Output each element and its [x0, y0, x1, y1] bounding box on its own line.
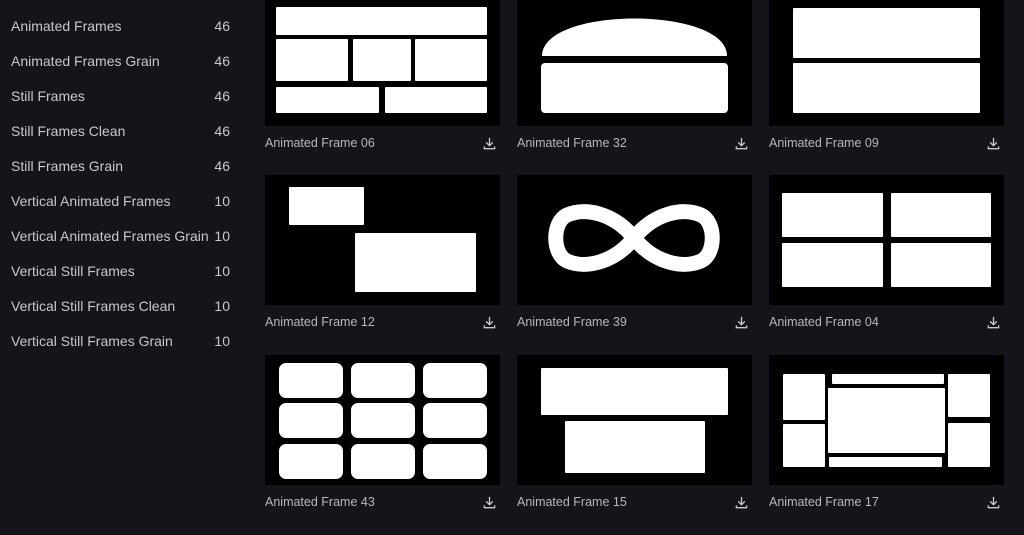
download-icon — [735, 496, 747, 508]
frame-meta: Animated Frame 32 — [517, 126, 752, 160]
category-count: 46 — [214, 18, 230, 34]
category-vertical-still-frames-clean[interactable]: Vertical Still Frames Clean 10 — [0, 291, 240, 321]
frame-title: Animated Frame 12 — [265, 315, 375, 329]
frame-thumbnail[interactable] — [769, 175, 1004, 305]
category-label: Vertical Animated Frames Grain — [11, 228, 209, 244]
frame-title: Animated Frame 17 — [769, 495, 879, 509]
download-button[interactable] — [732, 313, 750, 331]
frame-card: Animated Frame 39 — [517, 175, 752, 339]
category-still-frames-grain[interactable]: Still Frames Grain 46 — [0, 151, 240, 181]
frame-preview-graphic — [289, 187, 476, 292]
category-vertical-animated-frames-grain[interactable]: Vertical Animated Frames Grain 10 — [0, 221, 240, 251]
frame-title: Animated Frame 15 — [517, 495, 627, 509]
frame-card: Animated Frame 17 — [769, 355, 1004, 519]
category-vertical-animated-frames[interactable]: Vertical Animated Frames 10 — [0, 186, 240, 216]
category-label: Animated Frames — [11, 18, 122, 34]
frame-card: Animated Frame 12 — [265, 175, 500, 339]
category-still-frames[interactable]: Still Frames 46 — [0, 81, 240, 111]
category-label: Vertical Animated Frames — [11, 193, 171, 209]
category-label: Still Frames Grain — [11, 158, 124, 174]
category-count: 10 — [214, 298, 230, 314]
download-button[interactable] — [984, 134, 1002, 152]
frame-title: Animated Frame 39 — [517, 315, 627, 329]
frame-preview-graphic — [793, 8, 980, 113]
category-animated-frames-grain[interactable]: Animated Frames Grain 46 — [0, 46, 240, 76]
frame-card: Animated Frame 09 — [769, 0, 1004, 160]
frame-thumbnail[interactable] — [769, 355, 1004, 485]
frame-preview-graphic — [279, 363, 487, 479]
category-count: 46 — [214, 123, 230, 139]
frame-card: Animated Frame 32 — [517, 0, 752, 160]
download-button[interactable] — [480, 313, 498, 331]
category-still-frames-clean[interactable]: Still Frames Clean 46 — [0, 116, 240, 146]
category-count: 46 — [214, 53, 230, 69]
frame-card: Animated Frame 43 — [265, 355, 500, 519]
frame-title: Animated Frame 06 — [265, 136, 375, 150]
category-animated-frames[interactable]: Animated Frames 46 — [0, 11, 240, 41]
frame-meta: Animated Frame 09 — [769, 126, 1004, 160]
frame-title: Animated Frame 43 — [265, 495, 375, 509]
frame-thumbnail[interactable] — [769, 0, 1004, 126]
category-vertical-still-frames[interactable]: Vertical Still Frames 10 — [0, 256, 240, 286]
frame-title: Animated Frame 32 — [517, 136, 627, 150]
download-icon — [987, 137, 999, 149]
frame-meta: Animated Frame 06 — [265, 126, 500, 160]
frame-preview-graphic — [541, 368, 728, 473]
frame-title: Animated Frame 04 — [769, 315, 879, 329]
frame-thumbnail[interactable] — [517, 175, 752, 305]
frame-preview-graphic — [548, 204, 720, 272]
download-button[interactable] — [984, 493, 1002, 511]
frame-thumbnail[interactable] — [265, 0, 500, 126]
category-count: 10 — [214, 193, 230, 209]
category-vertical-still-frames-grain[interactable]: Vertical Still Frames Grain 10 — [0, 326, 240, 356]
category-label: Vertical Still Frames — [11, 263, 135, 279]
frame-meta: Animated Frame 43 — [265, 485, 500, 519]
frame-thumbnail[interactable] — [517, 355, 752, 485]
frame-card: Animated Frame 04 — [769, 175, 1004, 339]
frame-title: Animated Frame 09 — [769, 136, 879, 150]
category-label: Vertical Still Frames Clean — [11, 298, 176, 314]
frame-card: Animated Frame 15 — [517, 355, 752, 519]
download-icon — [987, 496, 999, 508]
download-icon — [483, 316, 495, 328]
download-button[interactable] — [984, 313, 1002, 331]
download-icon — [483, 137, 495, 149]
category-label: Animated Frames Grain — [11, 53, 160, 69]
frame-preview-graphic — [276, 7, 487, 113]
download-icon — [735, 137, 747, 149]
frame-thumbnail[interactable] — [265, 175, 500, 305]
frame-preview-graphic — [782, 193, 991, 287]
frame-meta: Animated Frame 17 — [769, 485, 1004, 519]
frame-meta: Animated Frame 12 — [265, 305, 500, 339]
frame-thumbnail[interactable] — [265, 355, 500, 485]
download-button[interactable] — [732, 134, 750, 152]
frame-meta: Animated Frame 15 — [517, 485, 752, 519]
category-label: Still Frames Clean — [11, 123, 126, 139]
frame-meta: Animated Frame 04 — [769, 305, 1004, 339]
category-count: 10 — [214, 333, 230, 349]
frame-thumbnail[interactable] — [517, 0, 752, 126]
category-count: 10 — [214, 263, 230, 279]
download-icon — [735, 316, 747, 328]
download-button[interactable] — [480, 134, 498, 152]
category-count: 46 — [214, 158, 230, 174]
category-count: 46 — [214, 88, 230, 104]
frame-card: Animated Frame 06 — [265, 0, 500, 160]
download-icon — [483, 496, 495, 508]
frame-preview-graphic — [541, 18, 728, 113]
download-button[interactable] — [732, 493, 750, 511]
category-count: 10 — [214, 228, 230, 244]
download-icon — [987, 316, 999, 328]
download-button[interactable] — [480, 493, 498, 511]
category-label: Vertical Still Frames Grain — [11, 333, 173, 349]
frame-preview-graphic — [783, 374, 990, 467]
category-label: Still Frames — [11, 88, 85, 104]
frame-meta: Animated Frame 39 — [517, 305, 752, 339]
